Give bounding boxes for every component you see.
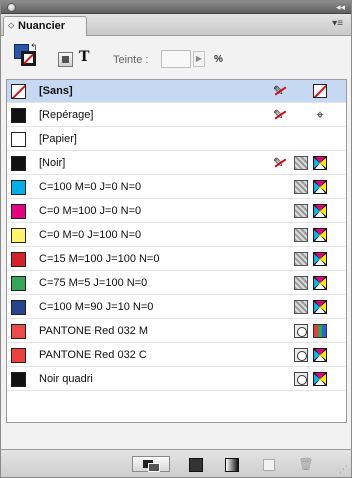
spot-color-icon <box>294 348 308 362</box>
spot-color-icon <box>294 324 308 338</box>
process-color-icon <box>294 204 308 218</box>
swatch-name: PANTONE Red 032 C <box>39 349 147 361</box>
formatting-affects-text-button[interactable]: T <box>79 49 89 65</box>
cmyk-mode-icon <box>313 276 327 290</box>
cmyk-mode-icon <box>313 372 327 386</box>
swap-fill-stroke-icon[interactable]: ↰ <box>30 42 38 53</box>
cmyk-mode-icon <box>313 348 327 362</box>
process-color-icon <box>294 180 308 194</box>
cannot-edit-icon: ✎ <box>273 108 287 122</box>
show-gradient-swatches-button[interactable] <box>221 456 243 472</box>
cmyk-mode-icon <box>313 300 327 314</box>
swatch-name: C=15 M=100 J=100 N=0 <box>39 253 160 265</box>
registration-target-icon: ⌖ <box>316 107 324 122</box>
swatch-row[interactable]: C=0 M=0 J=100 N=0 <box>7 224 346 247</box>
spot-color-icon <box>294 372 308 386</box>
tint-input[interactable] <box>161 50 191 68</box>
swatch-name: [Repérage] <box>39 109 94 121</box>
swatch-color-chip <box>11 204 26 219</box>
swatch-color-chip <box>11 84 26 99</box>
swatch-name: [Papier] <box>39 133 77 145</box>
swatch-color-chip <box>11 132 26 147</box>
swatch-color-chip <box>11 372 26 387</box>
swatch-row[interactable]: C=15 M=100 J=100 N=0 <box>7 248 346 271</box>
panel-bottom-bar: 🗑 ⋰ <box>1 449 351 477</box>
panel-menu-icon[interactable]: ▾≡ <box>332 18 343 29</box>
swatch-toolbar: ↰ T Teinte : ▶ % <box>1 37 351 71</box>
panel-title-bar[interactable]: ◂◂ <box>1 1 351 14</box>
fill-stroke-selector[interactable]: ↰ <box>14 42 46 70</box>
swatch-color-chip <box>11 252 26 267</box>
close-panel-button[interactable] <box>7 3 16 12</box>
cmyk-mode-icon <box>313 156 327 170</box>
swatch-color-chip <box>11 156 26 171</box>
swatch-name: PANTONE Red 032 M <box>39 325 149 337</box>
swatch-color-chip <box>11 324 26 339</box>
swatch-row[interactable]: PANTONE Red 032 C <box>7 344 346 367</box>
swatch-row[interactable]: C=75 M=5 J=100 N=0 <box>7 272 346 295</box>
swatch-row[interactable]: C=100 M=0 J=0 N=0 <box>7 176 346 199</box>
swatch-name: [Sans] <box>39 85 73 97</box>
swatch-row[interactable]: [Papier] <box>7 128 346 151</box>
tab-label: Nuancier <box>18 20 66 32</box>
cannot-edit-icon: ✎ <box>273 84 287 98</box>
cmyk-mode-icon <box>313 228 327 242</box>
cmyk-mode-icon <box>313 252 327 266</box>
swatch-row[interactable]: [Noir] ✎ <box>7 152 346 175</box>
process-color-icon <box>294 252 308 266</box>
tint-percent-label: % <box>214 54 223 65</box>
process-color-icon <box>294 276 308 290</box>
rgb-mode-icon <box>313 324 327 338</box>
process-color-icon <box>294 300 308 314</box>
swatch-name: C=75 M=5 J=100 N=0 <box>39 277 148 289</box>
swatch-color-chip <box>11 300 26 315</box>
swatch-name: Noir quadri <box>39 373 93 385</box>
swatch-row[interactable]: [Sans] ✎ <box>7 80 346 103</box>
tint-slider-arrow-icon[interactable]: ▶ <box>193 51 205 67</box>
process-color-icon <box>294 156 308 170</box>
delete-swatch-icon[interactable]: 🗑 <box>295 456 317 472</box>
swatch-name: C=0 M=0 J=100 N=0 <box>39 229 142 241</box>
cmyk-mode-icon <box>313 204 327 218</box>
swatch-name: C=100 M=90 J=10 N=0 <box>39 301 154 313</box>
swatches-panel: ◂◂ ⬦ Nuancier ▾≡ ↰ T Teinte : ▶ % [Sans]… <box>0 0 352 478</box>
formatting-affects-container-button[interactable] <box>58 52 73 67</box>
swatch-row[interactable]: PANTONE Red 032 M <box>7 320 346 343</box>
swatch-row[interactable]: [Repérage] ✎ ⌖ <box>7 104 346 127</box>
tint-label: Teinte : <box>113 54 149 66</box>
cannot-edit-icon: ✎ <box>273 156 287 170</box>
show-color-swatches-button[interactable] <box>185 456 207 472</box>
swatch-name: [Noir] <box>39 157 66 169</box>
swatch-row[interactable]: Noir quadri <box>7 368 346 391</box>
swatch-color-chip <box>11 108 26 123</box>
swatch-color-chip <box>11 180 26 195</box>
swatch-row[interactable]: C=100 M=90 J=10 N=0 <box>7 296 346 319</box>
new-swatch-button[interactable] <box>258 456 280 472</box>
stroke-swatch-icon[interactable] <box>21 51 36 66</box>
swatch-color-chip <box>11 348 26 363</box>
swatch-row[interactable]: C=0 M=100 J=0 N=0 <box>7 200 346 223</box>
swatch-color-chip <box>11 228 26 243</box>
none-color-icon <box>313 84 327 98</box>
swatch-color-chip <box>11 276 26 291</box>
swatch-name: C=100 M=0 J=0 N=0 <box>39 181 142 193</box>
tab-expand-icon[interactable]: ⬦ <box>8 20 14 31</box>
collapse-panel-icon[interactable]: ◂◂ <box>336 1 345 13</box>
swatch-name: C=0 M=100 J=0 N=0 <box>39 205 142 217</box>
panel-tab-row: ⬦ Nuancier ▾≡ <box>1 14 351 36</box>
cmyk-mode-icon <box>313 180 327 194</box>
tab-nuancier[interactable]: ⬦ Nuancier <box>3 16 87 36</box>
resize-grip-icon[interactable]: ⋰ <box>339 464 348 475</box>
swatch-list[interactable]: [Sans] ✎ [Repérage] ✎ ⌖ [Papier] [Noir] ✎ C=100 … <box>6 79 347 423</box>
show-all-swatches-button[interactable] <box>132 456 170 472</box>
process-color-icon <box>294 228 308 242</box>
